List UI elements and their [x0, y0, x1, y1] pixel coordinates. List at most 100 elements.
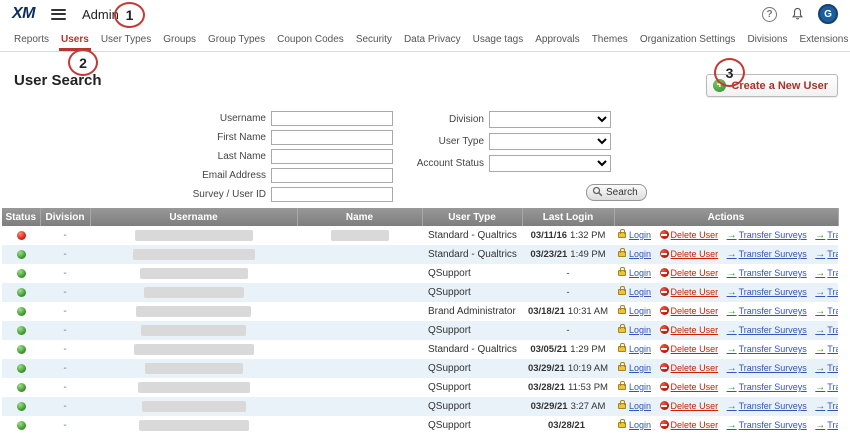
account-status-select[interactable] — [489, 155, 611, 172]
login-link[interactable]: Login — [618, 382, 651, 392]
arrow-right-icon — [815, 325, 827, 335]
transfer-surveys-link[interactable]: Transfer Surveys — [727, 306, 807, 316]
transfer-surveys-link[interactable]: Transfer Surveys — [727, 249, 807, 259]
transfer-actions-link[interactable]: Transfer actions — [815, 249, 838, 259]
lock-icon — [618, 289, 626, 295]
user-type-cell: Standard - Qualtrics — [422, 340, 522, 359]
delete-user-link[interactable]: Delete User — [660, 363, 719, 373]
help-icon[interactable]: ? — [762, 7, 777, 22]
transfer-actions-link[interactable]: Transfer actions — [815, 344, 838, 354]
transfer-surveys-link[interactable]: Transfer Surveys — [727, 382, 807, 392]
transfer-actions-label: Transfer actions — [827, 230, 838, 240]
delete-user-link[interactable]: Delete User — [660, 344, 719, 354]
email-address-input[interactable] — [271, 168, 393, 183]
delete-user-label: Delete User — [671, 344, 719, 354]
status-dot — [17, 345, 26, 354]
login-link[interactable]: Login — [618, 306, 651, 316]
first-name-input[interactable] — [271, 130, 393, 145]
delete-user-link[interactable]: Delete User — [660, 382, 719, 392]
no-entry-icon — [660, 268, 669, 277]
transfer-actions-link[interactable]: Transfer actions — [815, 401, 838, 411]
last-login-cell: 03/05/211:29 PM — [522, 340, 614, 359]
nav-item-group-types[interactable]: Group Types — [202, 28, 271, 51]
username-input[interactable] — [271, 111, 393, 126]
arrow-right-icon — [727, 306, 739, 316]
nav-item-groups[interactable]: Groups — [157, 28, 202, 51]
division-select[interactable] — [489, 111, 611, 128]
transfer-surveys-link[interactable]: Transfer Surveys — [727, 344, 807, 354]
nav-item-data-privacy[interactable]: Data Privacy — [398, 28, 467, 51]
transfer-actions-link[interactable]: Transfer actions — [815, 363, 838, 373]
division-cell: - — [40, 264, 90, 283]
delete-user-link[interactable]: Delete User — [660, 401, 719, 411]
transfer-surveys-link[interactable]: Transfer Surveys — [727, 325, 807, 335]
login-link[interactable]: Login — [618, 420, 651, 430]
delete-user-link[interactable]: Delete User — [660, 306, 719, 316]
delete-user-link[interactable]: Delete User — [660, 287, 719, 297]
transfer-surveys-link[interactable]: Transfer Surveys — [727, 420, 807, 430]
nav-item-reports[interactable]: Reports — [8, 28, 55, 51]
transfer-surveys-link[interactable]: Transfer Surveys — [727, 230, 807, 240]
transfer-actions-link[interactable]: Transfer actions — [815, 268, 838, 278]
nav-item-usage-tags[interactable]: Usage tags — [467, 28, 530, 51]
nav-item-user-types[interactable]: User Types — [95, 28, 157, 51]
delete-user-link[interactable]: Delete User — [660, 230, 719, 240]
hamburger-menu-icon[interactable] — [51, 6, 66, 22]
transfer-surveys-label: Transfer Surveys — [739, 382, 807, 392]
login-link[interactable]: Login — [618, 325, 651, 335]
last-login-time: - — [566, 268, 569, 279]
name-cell — [297, 378, 422, 397]
transfer-surveys-link[interactable]: Transfer Surveys — [727, 401, 807, 411]
transfer-actions-link[interactable]: Transfer actions — [815, 420, 838, 430]
table-row: - QSupport 03/29/2110:19 AM Login Delete… — [2, 359, 838, 378]
delete-user-link[interactable]: Delete User — [660, 420, 719, 430]
nav-item-coupon-codes[interactable]: Coupon Codes — [271, 28, 350, 51]
delete-user-link[interactable]: Delete User — [660, 325, 719, 335]
first-name-label: First Name — [148, 132, 266, 143]
transfer-actions-link[interactable]: Transfer actions — [815, 382, 838, 392]
actions-cell: Login Delete User Transfer Surveys Trans… — [614, 397, 838, 416]
transfer-surveys-link[interactable]: Transfer Surveys — [727, 363, 807, 373]
nav-item-organization-settings[interactable]: Organization Settings — [634, 28, 742, 51]
lock-icon — [618, 422, 626, 428]
login-label: Login — [629, 306, 651, 316]
nav-item-security[interactable]: Security — [350, 28, 398, 51]
arrow-right-icon — [815, 287, 827, 297]
transfer-surveys-link[interactable]: Transfer Surveys — [727, 268, 807, 278]
transfer-actions-label: Transfer actions — [827, 306, 838, 316]
nav-item-divisions[interactable]: Divisions — [741, 28, 793, 51]
name-cell — [297, 340, 422, 359]
login-link[interactable]: Login — [618, 268, 651, 278]
login-link[interactable]: Login — [618, 401, 651, 411]
search-button[interactable]: Search — [586, 184, 647, 201]
last-name-input[interactable] — [271, 149, 393, 164]
delete-user-link[interactable]: Delete User — [660, 249, 719, 259]
nav-item-users[interactable]: Users — [55, 28, 95, 51]
transfer-surveys-link[interactable]: Transfer Surveys — [727, 287, 807, 297]
login-link[interactable]: Login — [618, 249, 651, 259]
user-type-select[interactable] — [489, 133, 611, 150]
user-avatar[interactable]: G — [818, 4, 838, 24]
status-cell — [2, 340, 40, 359]
nav-item-themes[interactable]: Themes — [586, 28, 634, 51]
transfer-actions-link[interactable]: Transfer actions — [815, 325, 838, 335]
no-entry-icon — [660, 287, 669, 296]
nav-item-extensions[interactable]: Extensions — [793, 28, 850, 51]
last-login-cell: 03/11/161:32 PM — [522, 226, 614, 245]
delete-user-link[interactable]: Delete User — [660, 268, 719, 278]
redacted-username — [141, 325, 246, 336]
notifications-bell-icon[interactable] — [791, 7, 804, 21]
transfer-actions-link[interactable]: Transfer actions — [815, 306, 838, 316]
nav-item-approvals[interactable]: Approvals — [529, 28, 585, 51]
survey-user-id-input[interactable] — [271, 187, 393, 202]
login-link[interactable]: Login — [618, 363, 651, 373]
transfer-actions-link[interactable]: Transfer actions — [815, 230, 838, 240]
login-label: Login — [629, 249, 651, 259]
redacted-username — [139, 420, 249, 431]
login-link[interactable]: Login — [618, 230, 651, 240]
topbar-right: ? G — [762, 4, 838, 24]
status-cell — [2, 283, 40, 302]
transfer-actions-link[interactable]: Transfer actions — [815, 287, 838, 297]
login-link[interactable]: Login — [618, 344, 651, 354]
login-link[interactable]: Login — [618, 287, 651, 297]
